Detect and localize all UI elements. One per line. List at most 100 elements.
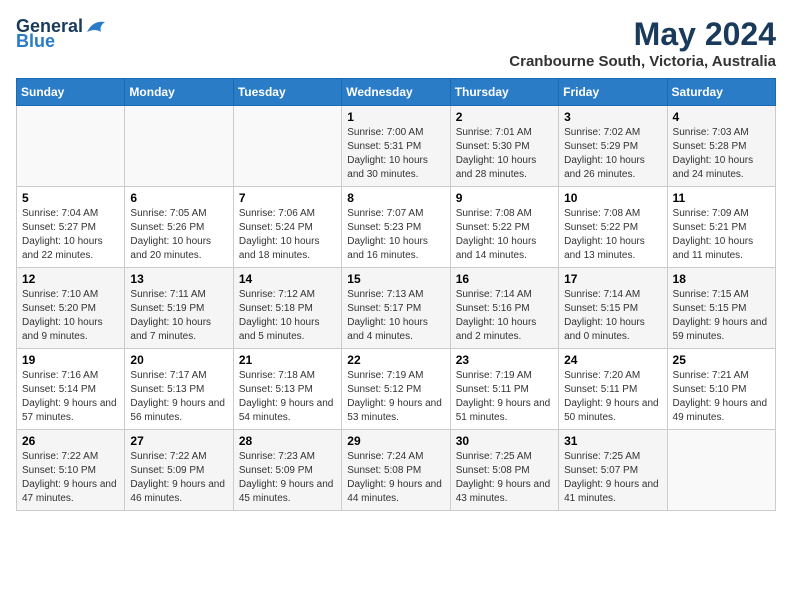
day-number: 2: [456, 110, 553, 124]
day-info: Sunrise: 7:22 AMSunset: 5:09 PMDaylight:…: [130, 450, 227, 506]
day-number: 18: [673, 272, 770, 286]
weekday-header-wednesday: Wednesday: [342, 79, 450, 106]
day-info: Sunrise: 7:17 AMSunset: 5:13 PMDaylight:…: [130, 369, 227, 425]
calendar-cell: 28Sunrise: 7:23 AMSunset: 5:09 PMDayligh…: [233, 430, 341, 511]
day-number: 21: [239, 353, 336, 367]
day-info: Sunrise: 7:03 AMSunset: 5:28 PMDaylight:…: [673, 126, 770, 182]
day-info: Sunrise: 7:19 AMSunset: 5:12 PMDaylight:…: [347, 369, 444, 425]
day-number: 1: [347, 110, 444, 124]
day-number: 3: [564, 110, 661, 124]
calendar-cell: 8 Sunrise: 7:07 AMSunset: 5:23 PMDaylight…: [342, 187, 450, 268]
calendar-cell: 7Sunrise: 7:06 AMSunset: 5:24 PMDaylight…: [233, 187, 341, 268]
calendar-cell: 6Sunrise: 7:05 AMSunset: 5:26 PMDaylight…: [125, 187, 233, 268]
calendar-cell: 21 Sunrise: 7:18 AMSunset: 5:13 PMDayligh…: [233, 349, 341, 430]
day-number: 4: [673, 110, 770, 124]
calendar-cell: 12 Sunrise: 7:10 AMSunset: 5:20 PMDayligh…: [17, 268, 125, 349]
calendar-cell: 9 Sunrise: 7:08 AMSunset: 5:22 PMDaylight…: [450, 187, 558, 268]
day-number: 10: [564, 191, 661, 205]
day-info: Sunrise: 7:18 AMSunset: 5:13 PMDaylight:…: [239, 369, 336, 425]
day-info: Sunrise: 7:08 AMSunset: 5:22 PMDaylight:…: [564, 207, 661, 263]
day-number: 6: [130, 191, 227, 205]
day-number: 20: [130, 353, 227, 367]
location-title: Cranbourne South, Victoria, Australia: [509, 53, 776, 70]
day-info: Sunrise: 7:11 AMSunset: 5:19 PMDaylight:…: [130, 288, 227, 344]
calendar-cell: 18 Sunrise: 7:15 AMSunset: 5:15 PMDayligh…: [667, 268, 775, 349]
day-number: 16: [456, 272, 553, 286]
calendar-cell: 2 Sunrise: 7:01 AMSunset: 5:30 PMDaylight…: [450, 106, 558, 187]
calendar-cell: 10 Sunrise: 7:08 AMSunset: 5:22 PMDayligh…: [559, 187, 667, 268]
day-info: Sunrise: 7:14 AMSunset: 5:15 PMDaylight:…: [564, 288, 661, 344]
calendar-cell: 17 Sunrise: 7:14 AMSunset: 5:15 PMDayligh…: [559, 268, 667, 349]
calendar-cell: 26 Sunrise: 7:22 AMSunset: 5:10 PMDayligh…: [17, 430, 125, 511]
day-info: Sunrise: 7:07 AMSunset: 5:23 PMDaylight:…: [347, 207, 444, 263]
calendar-cell: 13Sunrise: 7:11 AMSunset: 5:19 PMDayligh…: [125, 268, 233, 349]
calendar-week-3: 12 Sunrise: 7:10 AMSunset: 5:20 PMDayligh…: [17, 268, 776, 349]
calendar-cell: 4 Sunrise: 7:03 AMSunset: 5:28 PMDaylight…: [667, 106, 775, 187]
day-number: 30: [456, 434, 553, 448]
day-info: Sunrise: 7:15 AMSunset: 5:15 PMDaylight:…: [673, 288, 770, 344]
day-info: Sunrise: 7:24 AMSunset: 5:08 PMDaylight:…: [347, 450, 444, 506]
logo: General Blue: [16, 16, 107, 52]
weekday-header-thursday: Thursday: [450, 79, 558, 106]
day-number: 19: [22, 353, 119, 367]
calendar-cell: 20 Sunrise: 7:17 AMSunset: 5:13 PMDayligh…: [125, 349, 233, 430]
day-number: 17: [564, 272, 661, 286]
calendar-week-1: 1 Sunrise: 7:00 AMSunset: 5:31 PMDaylight…: [17, 106, 776, 187]
calendar-cell: 11 Sunrise: 7:09 AMSunset: 5:21 PMDayligh…: [667, 187, 775, 268]
day-number: 26: [22, 434, 119, 448]
calendar-week-2: 5Sunrise: 7:04 AMSunset: 5:27 PMDaylight…: [17, 187, 776, 268]
calendar-cell: 25Sunrise: 7:21 AMSunset: 5:10 PMDayligh…: [667, 349, 775, 430]
calendar-cell: 15 Sunrise: 7:13 AMSunset: 5:17 PMDayligh…: [342, 268, 450, 349]
day-number: 24: [564, 353, 661, 367]
weekday-header-row: SundayMondayTuesdayWednesdayThursdayFrid…: [17, 79, 776, 106]
day-info: Sunrise: 7:19 AMSunset: 5:11 PMDaylight:…: [456, 369, 553, 425]
day-info: Sunrise: 7:25 AMSunset: 5:08 PMDaylight:…: [456, 450, 553, 506]
day-info: Sunrise: 7:25 AMSunset: 5:07 PMDaylight:…: [564, 450, 661, 506]
day-info: Sunrise: 7:12 AMSunset: 5:18 PMDaylight:…: [239, 288, 336, 344]
calendar-cell: 29 Sunrise: 7:24 AMSunset: 5:08 PMDayligh…: [342, 430, 450, 511]
calendar-cell: 27 Sunrise: 7:22 AMSunset: 5:09 PMDayligh…: [125, 430, 233, 511]
day-number: 25: [673, 353, 770, 367]
day-number: 9: [456, 191, 553, 205]
calendar-table: SundayMondayTuesdayWednesdayThursdayFrid…: [16, 78, 776, 511]
calendar-cell: 24 Sunrise: 7:20 AMSunset: 5:11 PMDayligh…: [559, 349, 667, 430]
day-info: Sunrise: 7:22 AMSunset: 5:10 PMDaylight:…: [22, 450, 119, 506]
calendar-week-4: 19 Sunrise: 7:16 AMSunset: 5:14 PMDayligh…: [17, 349, 776, 430]
day-number: 11: [673, 191, 770, 205]
weekday-header-friday: Friday: [559, 79, 667, 106]
day-info: Sunrise: 7:09 AMSunset: 5:21 PMDaylight:…: [673, 207, 770, 263]
day-info: Sunrise: 7:16 AMSunset: 5:14 PMDaylight:…: [22, 369, 119, 425]
calendar-cell: 19 Sunrise: 7:16 AMSunset: 5:14 PMDayligh…: [17, 349, 125, 430]
calendar-cell: 31 Sunrise: 7:25 AMSunset: 5:07 PMDayligh…: [559, 430, 667, 511]
calendar-cell: [233, 106, 341, 187]
weekday-header-tuesday: Tuesday: [233, 79, 341, 106]
day-number: 31: [564, 434, 661, 448]
day-number: 15: [347, 272, 444, 286]
day-number: 29: [347, 434, 444, 448]
calendar-cell: 14Sunrise: 7:12 AMSunset: 5:18 PMDayligh…: [233, 268, 341, 349]
day-info: Sunrise: 7:06 AMSunset: 5:24 PMDaylight:…: [239, 207, 336, 263]
day-info: Sunrise: 7:08 AMSunset: 5:22 PMDaylight:…: [456, 207, 553, 263]
logo-bird-icon: [85, 18, 107, 36]
day-info: Sunrise: 7:14 AMSunset: 5:16 PMDaylight:…: [456, 288, 553, 344]
calendar-cell: 1 Sunrise: 7:00 AMSunset: 5:31 PMDaylight…: [342, 106, 450, 187]
weekday-header-sunday: Sunday: [17, 79, 125, 106]
day-number: 27: [130, 434, 227, 448]
calendar-cell: 30 Sunrise: 7:25 AMSunset: 5:08 PMDayligh…: [450, 430, 558, 511]
calendar-cell: 5Sunrise: 7:04 AMSunset: 5:27 PMDaylight…: [17, 187, 125, 268]
calendar-cell: 22Sunrise: 7:19 AMSunset: 5:12 PMDayligh…: [342, 349, 450, 430]
day-number: 8: [347, 191, 444, 205]
day-info: Sunrise: 7:13 AMSunset: 5:17 PMDaylight:…: [347, 288, 444, 344]
weekday-header-saturday: Saturday: [667, 79, 775, 106]
day-info: Sunrise: 7:10 AMSunset: 5:20 PMDaylight:…: [22, 288, 119, 344]
day-info: Sunrise: 7:00 AMSunset: 5:31 PMDaylight:…: [347, 126, 444, 182]
page-header: General Blue May 2024 Cranbourne South, …: [16, 16, 776, 70]
day-info: Sunrise: 7:01 AMSunset: 5:30 PMDaylight:…: [456, 126, 553, 182]
day-number: 12: [22, 272, 119, 286]
day-info: Sunrise: 7:20 AMSunset: 5:11 PMDaylight:…: [564, 369, 661, 425]
day-info: Sunrise: 7:04 AMSunset: 5:27 PMDaylight:…: [22, 207, 119, 263]
calendar-cell: [667, 430, 775, 511]
logo-blue-text: Blue: [16, 31, 55, 52]
calendar-cell: 3Sunrise: 7:02 AMSunset: 5:29 PMDaylight…: [559, 106, 667, 187]
month-title: May 2024: [509, 16, 776, 53]
